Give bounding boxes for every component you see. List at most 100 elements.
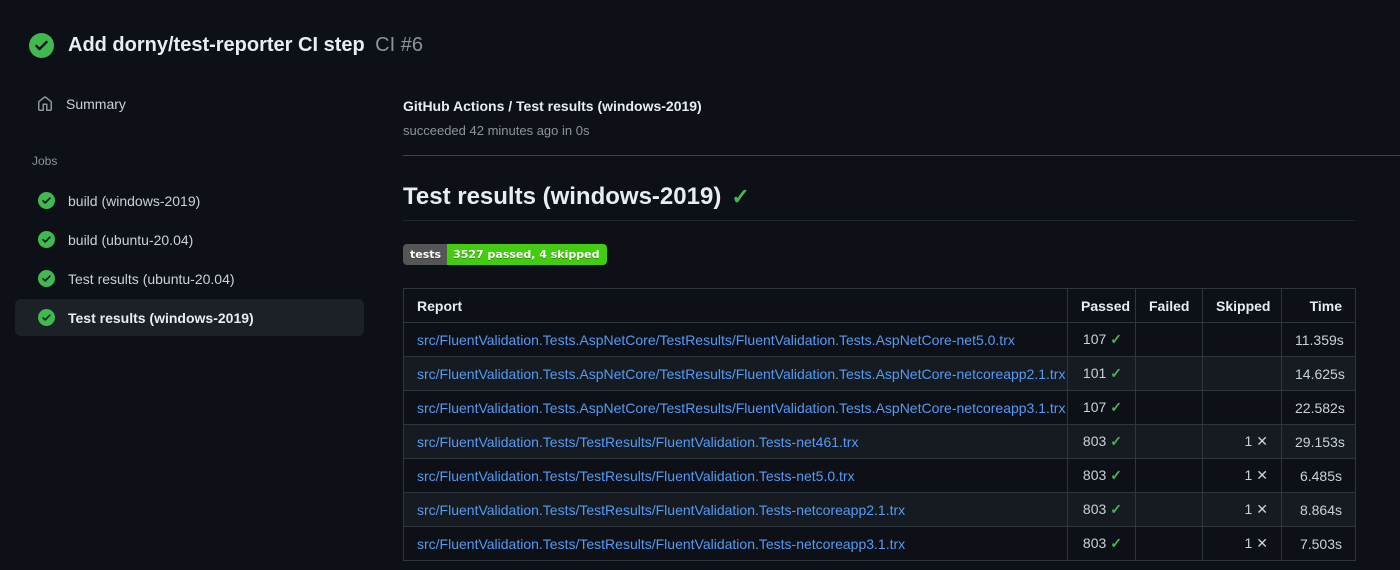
column-header-skipped: Skipped — [1202, 288, 1282, 323]
report-link[interactable]: src/FluentValidation.Tests/TestResults/F… — [417, 468, 855, 484]
passed-cell: 803 ✓ — [1067, 458, 1136, 493]
sidebar-job-item[interactable]: Test results (windows-2019) — [15, 299, 364, 336]
report-cell: src/FluentValidation.Tests/TestResults/F… — [403, 492, 1068, 527]
sidebar-job-item[interactable]: build (windows-2019) — [15, 182, 364, 219]
sidebar-jobs-list: build (windows-2019) build (ubuntu-20.04)… — [0, 182, 380, 336]
passed-cell: 107 ✓ — [1067, 322, 1136, 357]
sidebar-job-item[interactable]: build (ubuntu-20.04) — [15, 221, 364, 258]
run-header: Add dorny/test-reporter CI step CI #6 — [0, 0, 1400, 58]
passed-cell: 803 ✓ — [1067, 424, 1136, 459]
column-header-time: Time — [1281, 288, 1356, 323]
tests-badge-value: 3527 passed, 4 skipped — [447, 244, 608, 265]
time-cell: 11.359s — [1281, 322, 1356, 357]
table-row: src/FluentValidation.Tests.AspNetCore/Te… — [403, 322, 1356, 357]
report-cell: src/FluentValidation.Tests.AspNetCore/Te… — [403, 390, 1068, 425]
job-label: build (windows-2019) — [68, 192, 201, 209]
failed-cell — [1135, 322, 1203, 357]
report-link[interactable]: src/FluentValidation.Tests/TestResults/F… — [417, 536, 905, 552]
check-run-breadcrumb: GitHub Actions / Test results (windows-2… — [403, 98, 702, 114]
sidebar-jobs-label: Jobs — [32, 154, 58, 168]
result-heading: Test results (windows-2019) ✓ — [403, 183, 1355, 221]
passed-cell: 803 ✓ — [1067, 526, 1136, 561]
failed-cell — [1135, 458, 1203, 493]
skipped-cell: 1 ✕ — [1202, 458, 1282, 493]
failed-cell — [1135, 390, 1203, 425]
tests-badge: tests 3527 passed, 4 skipped — [403, 244, 608, 265]
report-link[interactable]: src/FluentValidation.Tests/TestResults/F… — [417, 434, 858, 450]
skipped-count: 1 — [1244, 433, 1253, 449]
run-title: Add dorny/test-reporter CI step — [68, 34, 365, 56]
skip-x-icon: ✕ — [1256, 433, 1268, 449]
skip-x-icon: ✕ — [1256, 467, 1268, 483]
skip-x-icon: ✕ — [1256, 501, 1268, 517]
sidebar: Summary Jobs build (windows-2019) build (… — [0, 88, 380, 338]
table-row: src/FluentValidation.Tests/TestResults/F… — [403, 424, 1356, 459]
time-cell: 29.153s — [1281, 424, 1356, 459]
skipped-count: 1 — [1244, 501, 1253, 517]
divider — [403, 155, 1400, 156]
report-link[interactable]: src/FluentValidation.Tests.AspNetCore/Te… — [417, 366, 1065, 382]
time-cell: 7.503s — [1281, 526, 1356, 561]
failed-cell — [1135, 424, 1203, 459]
tests-badge-label: tests — [403, 244, 448, 265]
table-row: src/FluentValidation.Tests.AspNetCore/Te… — [403, 390, 1356, 425]
table-row: src/FluentValidation.Tests/TestResults/F… — [403, 458, 1356, 493]
passed-cell: 803 ✓ — [1067, 492, 1136, 527]
passed-count: 803 — [1082, 467, 1107, 483]
sidebar-job-item[interactable]: Test results (ubuntu-20.04) — [15, 260, 364, 297]
pass-check-icon: ✓ — [1110, 535, 1122, 551]
failed-cell — [1135, 526, 1203, 561]
skip-x-icon: ✕ — [1256, 535, 1268, 551]
time-cell: 8.864s — [1281, 492, 1356, 527]
run-ref: CI #6 — [375, 34, 423, 56]
check-run-status: succeeded 42 minutes ago in 0s — [403, 123, 590, 138]
time-cell: 14.625s — [1281, 356, 1356, 391]
result-heading-text: Test results (windows-2019) — [403, 183, 722, 210]
check-circle-icon — [38, 309, 55, 326]
report-link[interactable]: src/FluentValidation.Tests.AspNetCore/Te… — [417, 332, 1015, 348]
skipped-cell — [1202, 390, 1282, 425]
skipped-count: 1 — [1244, 535, 1253, 551]
table-row: src/FluentValidation.Tests/TestResults/F… — [403, 492, 1356, 527]
check-circle-icon — [38, 192, 55, 209]
job-label: build (ubuntu-20.04) — [68, 231, 194, 248]
sidebar-summary-label: Summary — [66, 96, 126, 112]
report-link[interactable]: src/FluentValidation.Tests/TestResults/F… — [417, 502, 905, 518]
skipped-count: 1 — [1244, 467, 1253, 483]
pass-check-icon: ✓ — [1110, 433, 1122, 449]
column-header-report: Report — [403, 288, 1068, 323]
pass-check-icon: ✓ — [1110, 365, 1122, 381]
skipped-cell: 1 ✕ — [1202, 492, 1282, 527]
passed-count: 803 — [1082, 501, 1107, 517]
column-header-failed: Failed — [1135, 288, 1203, 323]
heading-check-icon: ✓ — [731, 184, 750, 209]
passed-cell: 107 ✓ — [1067, 390, 1136, 425]
skipped-cell — [1202, 356, 1282, 391]
check-circle-icon — [29, 33, 54, 58]
passed-count: 803 — [1082, 433, 1107, 449]
passed-count: 803 — [1082, 535, 1107, 551]
table-row: src/FluentValidation.Tests/TestResults/F… — [403, 526, 1356, 561]
column-header-passed: Passed — [1067, 288, 1136, 323]
pass-check-icon: ✓ — [1110, 331, 1122, 347]
job-label: Test results (windows-2019) — [68, 309, 254, 326]
report-cell: src/FluentValidation.Tests/TestResults/F… — [403, 526, 1068, 561]
home-icon — [38, 96, 52, 111]
time-cell: 6.485s — [1281, 458, 1356, 493]
failed-cell — [1135, 492, 1203, 527]
table-row: src/FluentValidation.Tests.AspNetCore/Te… — [403, 356, 1356, 391]
pass-check-icon: ✓ — [1110, 399, 1122, 415]
time-cell: 22.582s — [1281, 390, 1356, 425]
skipped-cell: 1 ✕ — [1202, 424, 1282, 459]
passed-cell: 101 ✓ — [1067, 356, 1136, 391]
report-link[interactable]: src/FluentValidation.Tests.AspNetCore/Te… — [417, 400, 1065, 416]
report-cell: src/FluentValidation.Tests/TestResults/F… — [403, 458, 1068, 493]
report-cell: src/FluentValidation.Tests.AspNetCore/Te… — [403, 322, 1068, 357]
sidebar-item-summary[interactable]: Summary — [0, 88, 380, 120]
report-cell: src/FluentValidation.Tests/TestResults/F… — [403, 424, 1068, 459]
pass-check-icon: ✓ — [1110, 501, 1122, 517]
main-panel: GitHub Actions / Test results (windows-2… — [403, 98, 1400, 561]
check-circle-icon — [38, 270, 55, 287]
test-results-table: Report Passed Failed Skipped Time src/Fl… — [403, 288, 1356, 561]
check-circle-icon — [38, 231, 55, 248]
